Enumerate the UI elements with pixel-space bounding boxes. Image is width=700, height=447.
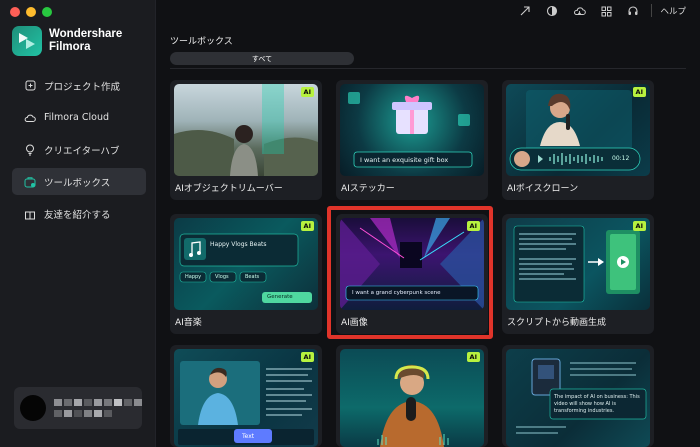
lightbulb-icon [24, 144, 36, 156]
app-name-line1: Wondershare [49, 28, 123, 40]
app-name-line2: Filmora [49, 41, 91, 53]
sidebar-item-label: ツールボックス [44, 177, 111, 189]
card-thumbnail: Happy Vlogs Beats Happy Vlogs Beats Gene… [174, 218, 318, 310]
card-label: スクリプトから動画生成 [507, 318, 607, 328]
ai-badge: AI [632, 87, 646, 97]
sidebar-item-cloud[interactable]: Filmora Cloud [12, 104, 146, 131]
card-thumbnail: AI [174, 84, 318, 176]
upload-icon[interactable] [518, 4, 532, 18]
new-project-icon [24, 80, 36, 92]
toolbox-icon [24, 176, 36, 188]
maximize-window-button[interactable] [42, 7, 52, 17]
help-menu[interactable]: ヘルプ [660, 5, 686, 17]
card-label: AIボイスクローン [507, 184, 579, 194]
sidebar-item-new-project[interactable]: プロジェクト作成 [12, 72, 146, 99]
sidebar-item-creator-hub[interactable]: クリエイターハブ [12, 136, 146, 163]
section-title: ツールボックス [170, 37, 233, 47]
ai-badge: AI [466, 352, 480, 362]
music-tag[interactable]: Happy [185, 274, 201, 280]
user-profile[interactable] [14, 387, 142, 429]
voice-duration: 00:12 [612, 155, 630, 162]
gift-icon [24, 208, 36, 220]
tool-card-ai-music[interactable]: Happy Vlogs Beats Happy Vlogs Beats Gene… [170, 214, 322, 334]
tool-card-9[interactable]: The impact of AI on business: This video… [502, 345, 654, 447]
tool-card-7[interactable]: Text AI [170, 345, 322, 447]
tool-card-object-remover[interactable]: AI AIオブジェクトリムーバー [170, 80, 322, 200]
ai-badge: AI [300, 221, 314, 231]
music-track-title: Happy Vlogs Beats [210, 241, 267, 248]
filter-all-tab[interactable]: すべて [170, 52, 354, 65]
sidebar-item-label: クリエイターハブ [44, 145, 120, 157]
music-tag[interactable]: Vlogs [215, 274, 229, 280]
card-thumbnail: AI [340, 349, 484, 447]
ai-badge: AI [300, 87, 314, 97]
selection-highlight [327, 206, 493, 339]
app-brand: Wondershare Filmora [12, 26, 122, 56]
top-bar: ヘルプ [156, 0, 700, 24]
music-generate-button: Generate [267, 294, 293, 300]
ai-badge: AI [632, 221, 646, 231]
toolbox-main: ツールボックス すべて AI AIオブジェクトリムーバー I want an e… [156, 24, 700, 447]
card-thumbnail: I want an exquisite gift box [340, 84, 484, 176]
card-thumbnail: Text AI [174, 349, 318, 447]
redacted-username [54, 399, 142, 417]
card-label: AI音楽 [175, 318, 202, 328]
sticker-prompt-text: I want an exquisite gift box [360, 156, 449, 164]
category-filter-bar: すべて [170, 52, 354, 65]
avatar[interactable] [20, 395, 46, 421]
divider [651, 4, 652, 17]
cloud-icon [24, 112, 36, 124]
sidebar: Wondershare Filmora プロジェクト作成 Filmora Clo… [0, 0, 156, 447]
card-label: AIステッカー [341, 184, 395, 194]
card-thumbnail: The impact of AI on business: This video… [506, 349, 650, 447]
card-label: AIオブジェクトリムーバー [175, 184, 283, 194]
divider [170, 68, 686, 69]
sidebar-item-label: プロジェクト作成 [44, 81, 121, 93]
tool-card-sticker[interactable]: I want an exquisite gift box AIステッカー [336, 80, 488, 200]
tool-card-script-to-video[interactable]: AI スクリプトから動画生成 [502, 214, 654, 334]
grid-icon[interactable] [599, 4, 613, 18]
ai-badge: AI [300, 352, 314, 362]
music-tag[interactable]: Beats [245, 274, 259, 280]
cloud-download-icon[interactable] [572, 4, 586, 18]
close-window-button[interactable] [10, 7, 20, 17]
theme-icon[interactable] [545, 4, 559, 18]
text-button[interactable]: Text [242, 433, 254, 440]
card-thumbnail: 00:12 AI [506, 84, 650, 176]
sidebar-item-toolbox[interactable]: ツールボックス [12, 168, 146, 195]
card-thumbnail: AI [506, 218, 650, 310]
filmora-logo-icon [12, 26, 42, 56]
window-controls [10, 7, 52, 17]
minimize-window-button[interactable] [26, 7, 36, 17]
sidebar-item-label: 友達を紹介する [44, 209, 111, 221]
sidebar-item-label: Filmora Cloud [44, 112, 110, 123]
script-caption: The impact of AI on business: This video… [554, 394, 640, 414]
tool-card-8[interactable]: AI [336, 345, 488, 447]
tool-card-voice-clone[interactable]: 00:12 AI AIボイスクローン [502, 80, 654, 200]
headset-icon[interactable] [626, 4, 640, 18]
sidebar-nav: プロジェクト作成 Filmora Cloud クリエイターハブ ツールボックス … [12, 72, 146, 232]
sidebar-item-refer-friend[interactable]: 友達を紹介する [12, 200, 146, 227]
